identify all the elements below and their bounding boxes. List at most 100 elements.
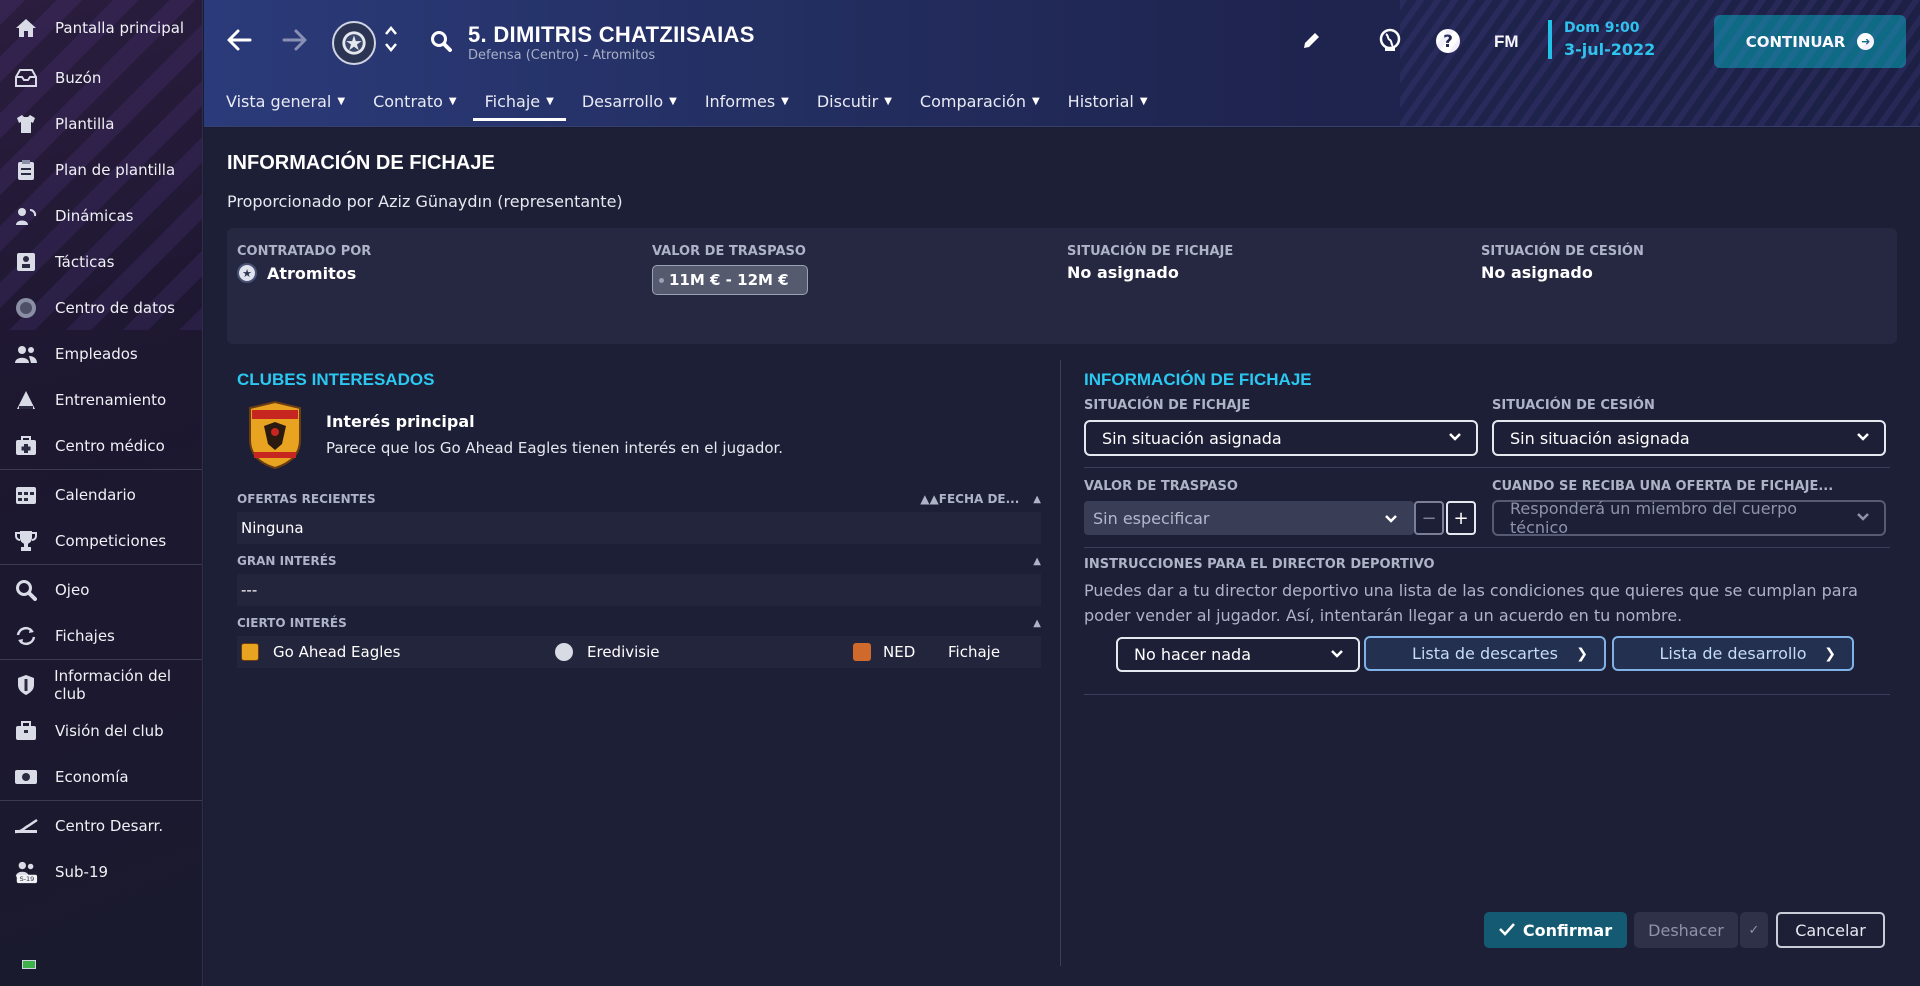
chevron-down-icon: [1856, 431, 1870, 445]
chevron-down-icon: ▼: [1031, 96, 1040, 107]
tab-reports[interactable]: Informes ▼: [705, 88, 789, 121]
sidebar-item-label: Calendario: [55, 486, 136, 504]
inbox-icon: [14, 66, 38, 90]
staff-icon: [14, 342, 38, 366]
fm-logo[interactable]: FM: [1494, 32, 1519, 52]
sidebar-item-label: Competiciones: [55, 532, 167, 550]
league-cell[interactable]: Eredivisie: [555, 643, 660, 661]
tab-label: Discutir: [816, 92, 879, 111]
tab-contract[interactable]: Contrato ▼: [373, 88, 457, 121]
contracted-club-link[interactable]: ★ Atromitos: [237, 263, 371, 283]
sort-date-column[interactable]: ▲▲FECHA DE...: [920, 492, 1019, 506]
sidebar-item-tactics[interactable]: Tácticas: [0, 239, 202, 285]
decrement-button[interactable]: −: [1414, 501, 1444, 535]
forward-arrow-icon[interactable]: [282, 26, 308, 59]
sidebar-item-home[interactable]: Pantalla principal: [0, 0, 202, 55]
list-header-label: OFERTAS RECIENTES: [237, 492, 376, 506]
sidebar-item-finances[interactable]: Economía: [0, 754, 202, 800]
tab-overview[interactable]: Vista general ▼: [226, 88, 345, 121]
list-header-label: GRAN INTERÉS: [237, 554, 337, 568]
button-label: Cancelar: [1795, 920, 1866, 940]
globe-icon[interactable]: [1378, 28, 1402, 57]
clipboard-icon: [14, 158, 38, 182]
sidebar-item-staff[interactable]: Empleados: [0, 331, 202, 377]
list-header-right: ▲: [1033, 618, 1041, 629]
sidebar-item-label: Centro de datos: [55, 299, 175, 317]
sidebar-item-training[interactable]: Entrenamiento: [0, 377, 202, 423]
briefcase-icon: [14, 719, 38, 743]
svg-text:S-19: S-19: [20, 875, 35, 883]
sidebar-item-data-hub[interactable]: Centro de datos: [0, 285, 202, 331]
table-row[interactable]: Go Ahead Eagles Eredivisie NED Fichaje: [237, 636, 1041, 668]
sidebar-item-transfers[interactable]: Fichajes: [0, 613, 202, 659]
go-ahead-eagles-crest-icon[interactable]: [244, 400, 306, 470]
collapse-arrow-icon[interactable]: ▲: [1033, 618, 1041, 629]
sidebar-item-dynamics[interactable]: Dinámicas: [0, 193, 202, 239]
undo-dropdown-button[interactable]: ✓: [1740, 912, 1768, 948]
confirm-button[interactable]: Confirmar: [1484, 912, 1627, 948]
tab-development[interactable]: Desarrollo ▼: [582, 88, 677, 121]
transfer-status-label: SITUACIÓN DE FICHAJE: [1084, 398, 1251, 413]
undo-button[interactable]: Deshacer: [1634, 912, 1738, 948]
development-list-button[interactable]: Lista de desarrollo ❯: [1612, 636, 1854, 671]
offer-response-label: CUANDO SE RECIBA UNA OFERTA DE FICHAJE..…: [1492, 479, 1834, 494]
search-icon[interactable]: [430, 30, 452, 52]
nation-cell[interactable]: NED: [853, 643, 915, 661]
sidebar-item-club-info[interactable]: Información del club: [0, 662, 202, 708]
tab-transfer[interactable]: Fichaje ▼: [472, 88, 567, 121]
summary-value: No asignado: [1067, 263, 1179, 282]
transfer-value-label: VALOR DE TRASPASO: [1084, 479, 1238, 494]
data-icon: [14, 296, 38, 320]
club-cell[interactable]: Go Ahead Eagles: [241, 643, 400, 661]
back-arrow-icon[interactable]: [226, 26, 252, 59]
loan-status-select[interactable]: Sin situación asignada: [1492, 420, 1886, 456]
main-interest-desc: Parece que los Go Ahead Eagles tienen in…: [326, 439, 784, 457]
collapse-arrow-icon[interactable]: ▲: [1033, 494, 1041, 505]
divider: [1084, 694, 1890, 695]
sidebar-item-inbox[interactable]: Buzón: [0, 55, 202, 101]
increment-button[interactable]: +: [1446, 501, 1476, 535]
tab-history[interactable]: Historial ▼: [1068, 88, 1148, 121]
button-label: Confirmar: [1522, 920, 1613, 940]
discard-list-button[interactable]: Lista de descartes ❯: [1364, 636, 1606, 671]
sidebar-item-club-vision[interactable]: Visión del club: [0, 708, 202, 754]
help-icon[interactable]: ?: [1435, 28, 1461, 59]
chevron-down-icon: [1448, 431, 1462, 445]
medical-icon: [14, 434, 38, 458]
home-icon: [14, 16, 38, 40]
club-badge-icon[interactable]: ★: [332, 21, 376, 65]
offer-response-select[interactable]: Responderá un miembro del cuerpo técnico: [1492, 499, 1886, 537]
tab-comparison[interactable]: Comparación ▼: [920, 88, 1040, 121]
sidebar-group-scouting: Ojeo Fichajes: [0, 567, 202, 660]
page-title: INFORMACIÓN DE FICHAJE: [227, 152, 495, 174]
sidebar-item-label: Pantalla principal: [55, 18, 185, 37]
training-icon: [14, 388, 38, 412]
interest-type: Fichaje: [948, 643, 1001, 661]
transfer-summary-panel: CONTRATADO POR ★ Atromitos VALOR DE TRAS…: [227, 228, 1897, 344]
continue-button[interactable]: CONTINUAR ➜: [1714, 15, 1906, 68]
sidebar-item-competitions[interactable]: Competiciones: [0, 518, 202, 564]
transfer-value-input[interactable]: Sin especificar: [1084, 501, 1414, 535]
sidebar-item-scouting[interactable]: Ojeo: [0, 567, 202, 613]
calendar-icon: [14, 483, 38, 507]
collapse-arrow-icon[interactable]: ▲: [1033, 556, 1041, 567]
transfer-status-select[interactable]: Sin situación asignada: [1084, 420, 1478, 456]
updown-arrows-icon[interactable]: [384, 24, 398, 59]
sidebar-item-u19[interactable]: S-19 Sub-19: [0, 849, 202, 895]
tab-label: Desarrollo: [581, 92, 664, 111]
divider: [1084, 467, 1890, 468]
tab-discuss[interactable]: Discutir ▼: [817, 88, 892, 121]
summary-label: SITUACIÓN DE FICHAJE: [1067, 244, 1234, 259]
director-action-select[interactable]: No hacer nada: [1116, 637, 1360, 672]
sidebar-item-medical[interactable]: Centro médico: [0, 423, 202, 469]
sidebar-item-squad-plan[interactable]: Plan de plantilla: [0, 147, 202, 193]
cancel-button[interactable]: Cancelar: [1776, 912, 1885, 948]
tab-label: Contrato: [373, 92, 443, 111]
chevron-down-icon[interactable]: [1384, 509, 1398, 528]
sidebar-item-squad[interactable]: Plantilla: [0, 101, 202, 147]
sidebar-item-dev-centre[interactable]: Centro Desarr.: [0, 803, 202, 849]
check-icon: [1498, 921, 1515, 940]
edit-pencil-icon[interactable]: [1301, 31, 1321, 56]
list-header-right: ▲: [1033, 556, 1041, 567]
sidebar-item-calendar[interactable]: Calendario: [0, 472, 202, 518]
